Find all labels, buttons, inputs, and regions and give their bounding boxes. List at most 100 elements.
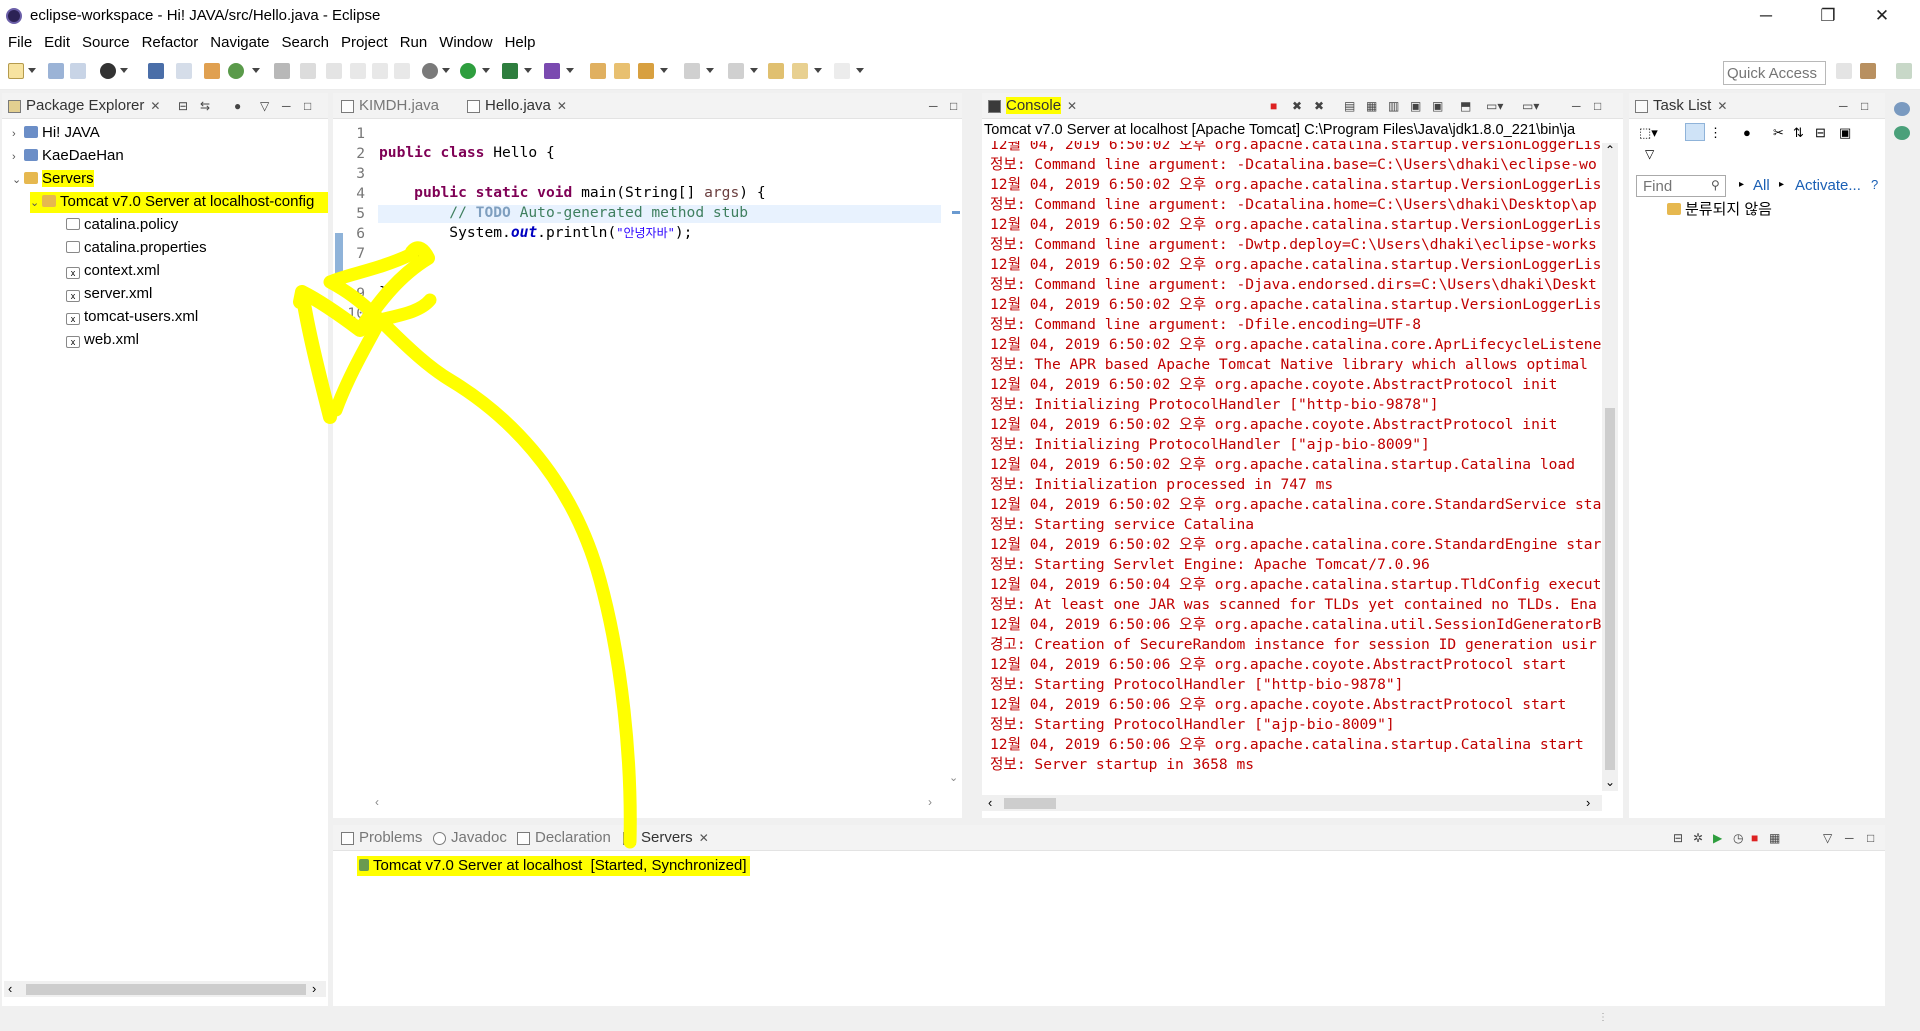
open-console-icon[interactable]: ▭▾ (1522, 99, 1539, 113)
scroll-lock-icon[interactable]: ▦ (1366, 99, 1377, 113)
focus-icon[interactable]: ● (1743, 125, 1751, 140)
back-dropdown-icon[interactable] (814, 68, 822, 73)
hide-completed-icon[interactable]: ✂ (1773, 125, 1784, 141)
pin-icon[interactable] (274, 63, 290, 79)
chevron-right-icon[interactable]: ▸ (1779, 179, 1784, 190)
tab-console[interactable]: Console ✕ (986, 95, 1077, 119)
view-menu-icon[interactable]: ▽ (260, 99, 269, 113)
console-vertical-scrollbar[interactable]: ⌃ ⌄ (1602, 143, 1618, 791)
stop-server-icon[interactable]: ■ (1751, 831, 1758, 845)
tree-item-context-xml[interactable]: x context.xml (66, 261, 160, 281)
minimize-view-icon[interactable]: ─ (1839, 99, 1848, 113)
collapse-all-icon[interactable]: ⊟ (178, 99, 188, 113)
display-console-icon[interactable]: ▭▾ (1486, 99, 1503, 113)
console-horizontal-scrollbar[interactable]: ‹ › (982, 795, 1602, 811)
close-icon[interactable]: ✕ (150, 99, 160, 113)
scheduled-icon[interactable]: ⋮ (1709, 125, 1722, 141)
coverage-icon[interactable] (502, 63, 518, 79)
tree-item-tomcat-users-xml[interactable]: x tomcat-users.xml (66, 307, 198, 327)
new-package-icon[interactable] (228, 63, 244, 79)
menu-project[interactable]: Project (335, 32, 394, 54)
save-all-icon[interactable] (70, 63, 86, 79)
page-icon[interactable] (350, 63, 366, 79)
chevron-down-icon[interactable]: ⌄ (30, 193, 42, 213)
java-perspective-icon[interactable] (1896, 63, 1912, 79)
tab-task-list[interactable]: Task List ✕ (1633, 95, 1727, 119)
new-dropdown-icon[interactable] (28, 68, 36, 73)
tab-hello-java[interactable]: Hello.java ✕ (465, 95, 567, 119)
java-ee-perspective-icon[interactable] (1860, 63, 1876, 79)
next-annotation-icon[interactable] (684, 63, 700, 79)
remove-all-icon[interactable]: ✖ (1314, 99, 1324, 113)
menu-window[interactable]: Window (433, 32, 498, 54)
profile-icon[interactable] (100, 63, 116, 79)
remove-launch-icon[interactable]: ✖ (1292, 99, 1302, 113)
minimize-button[interactable]: ─ (1754, 4, 1778, 28)
scroll-left-icon[interactable]: ‹ (988, 795, 992, 810)
chevron-right-icon[interactable]: › (12, 124, 24, 144)
close-icon[interactable]: ✕ (1717, 99, 1727, 113)
new-icon[interactable] (8, 63, 24, 79)
horizontal-scrollbar[interactable]: ‹ › (4, 981, 326, 997)
last-edit-icon[interactable] (768, 63, 784, 79)
code-line-9[interactable]: } (379, 284, 388, 302)
word-wrap-icon[interactable]: ▥ (1388, 99, 1399, 113)
close-icon[interactable]: ✕ (1067, 99, 1077, 113)
outline-icon[interactable] (1894, 102, 1910, 116)
run-dropdown-icon[interactable] (482, 68, 490, 73)
external-tools-dropdown-icon[interactable] (566, 68, 574, 73)
tree-item-hi-java[interactable]: › Hi! JAVA (12, 123, 100, 144)
skip-breakpoints-icon[interactable] (176, 63, 192, 79)
tree-item-catalina-policy[interactable]: catalina.policy (66, 215, 178, 235)
paragraph-icon[interactable] (394, 63, 410, 79)
tab-package-explorer[interactable]: Package Explorer ✕ (6, 95, 160, 119)
maximize-view-icon[interactable]: □ (1594, 99, 1601, 113)
pin-console-icon[interactable]: ⬒ (1460, 99, 1471, 113)
task-category-uncategorized[interactable]: 분류되지 않음 (1667, 200, 1772, 220)
debug-dropdown-icon[interactable] (442, 68, 450, 73)
new-java-project-icon[interactable] (204, 63, 220, 79)
synchronize-icon[interactable]: ⇅ (1793, 125, 1804, 141)
menu-navigate[interactable]: Navigate (204, 32, 275, 54)
code-line-2[interactable]: public class Hello { (379, 144, 555, 162)
code-line-6[interactable]: System.out.println("안녕자바"); (379, 224, 692, 242)
new-class-dropdown-icon[interactable] (252, 68, 260, 73)
show-stdout-icon[interactable]: ▣ (1410, 99, 1421, 113)
view-menu-icon[interactable]: ▽ (1823, 831, 1832, 845)
prev-annotation-icon[interactable] (728, 63, 744, 79)
close-button[interactable]: ✕ (1870, 4, 1894, 28)
code-line-7[interactable]: } (379, 244, 423, 262)
terminal-icon[interactable] (148, 63, 164, 79)
start-server-icon[interactable]: ▶ (1713, 831, 1722, 845)
open-type-icon[interactable] (590, 63, 606, 79)
minimize-view-icon[interactable]: ─ (1572, 99, 1581, 113)
focus-icon[interactable]: ● (234, 99, 241, 113)
scroll-thumb[interactable] (26, 984, 306, 995)
menu-edit[interactable]: Edit (38, 32, 76, 54)
back-icon[interactable] (792, 63, 808, 79)
server-entry-tomcat[interactable]: Tomcat v7.0 Server at localhost [Started… (357, 856, 750, 876)
quick-access-input[interactable] (1723, 61, 1826, 85)
scroll-down-icon[interactable]: ⌄ (1605, 775, 1615, 789)
sync-repository-icon[interactable]: ▣ (1839, 125, 1851, 141)
chevron-down-icon[interactable]: ⌄ (12, 170, 24, 190)
tab-javadoc[interactable]: Javadoc (431, 827, 507, 851)
new-task-icon[interactable]: ⬚▾ (1639, 125, 1658, 141)
maximize-view-icon[interactable]: □ (1861, 99, 1868, 113)
next-annotation-dropdown-icon[interactable] (706, 68, 714, 73)
tab-kimdh-java[interactable]: KIMDH.java (339, 95, 439, 119)
collapse-all-icon[interactable]: ⊟ (1815, 125, 1826, 141)
link-icon[interactable] (326, 63, 342, 79)
scroll-down-icon[interactable]: ⌄ (949, 771, 958, 784)
menu-search[interactable]: Search (275, 32, 335, 54)
tab-declaration[interactable]: Declaration (515, 827, 611, 851)
maximize-view-icon[interactable]: □ (950, 99, 957, 113)
scroll-right-icon[interactable]: › (312, 981, 316, 996)
minimize-view-icon[interactable]: ─ (282, 99, 291, 113)
menu-refactor[interactable]: Refactor (136, 32, 205, 54)
page2-icon[interactable] (372, 63, 388, 79)
run-icon[interactable] (460, 63, 476, 79)
save-icon[interactable] (48, 63, 64, 79)
scroll-left-icon[interactable]: ‹ (375, 795, 379, 809)
chevron-right-icon[interactable]: › (12, 147, 24, 167)
